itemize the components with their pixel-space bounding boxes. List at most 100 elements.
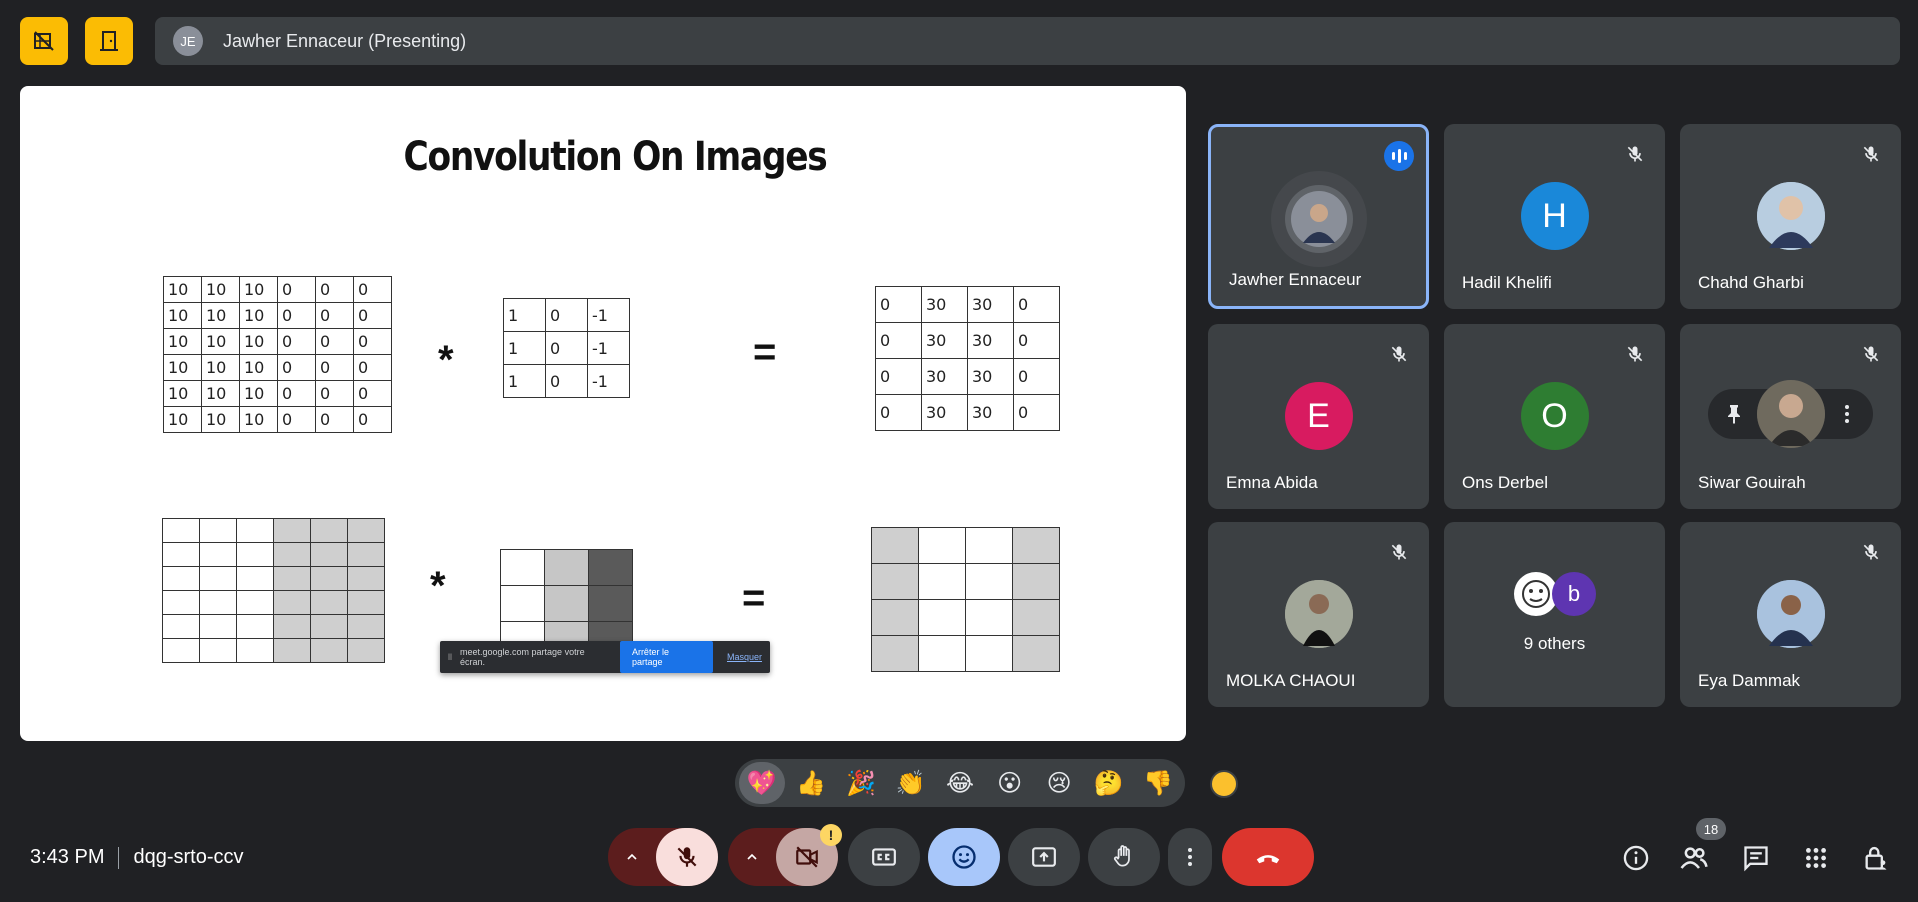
matrix-cell: 10 bbox=[239, 328, 278, 355]
matrix-cell: -1 bbox=[587, 298, 630, 332]
mic-off-icon bbox=[1857, 140, 1885, 168]
skin-tone-picker-button[interactable] bbox=[1210, 770, 1238, 798]
matrix-cell: 0 bbox=[1013, 358, 1060, 395]
avatar bbox=[1284, 185, 1353, 253]
matrix-cell: 10 bbox=[201, 276, 240, 303]
matrix-cell: 10 bbox=[201, 354, 240, 381]
grid-row bbox=[871, 599, 1060, 636]
others-tile[interactable]: b 9 others bbox=[1444, 522, 1665, 707]
matrix-cell: 0 bbox=[875, 286, 922, 323]
hide-self-view-button[interactable] bbox=[20, 17, 68, 65]
grid-cell bbox=[544, 585, 589, 622]
captions-button[interactable] bbox=[848, 828, 920, 886]
grid-cell bbox=[162, 614, 200, 639]
more-options-button[interactable] bbox=[1168, 828, 1212, 886]
presenter-bar[interactable]: JE Jawher Ennaceur (Presenting) bbox=[155, 17, 1900, 65]
participant-tile[interactable]: O Ons Derbel bbox=[1444, 324, 1665, 509]
divider bbox=[118, 846, 120, 869]
grid-cell bbox=[347, 518, 385, 543]
grid-cell bbox=[1012, 563, 1060, 600]
grid-cell bbox=[544, 549, 589, 586]
reaction-thumbs-down[interactable]: 👎 bbox=[1136, 762, 1182, 804]
present-screen-button[interactable] bbox=[1008, 828, 1080, 886]
participant-tile[interactable]: E Emna Abida bbox=[1208, 324, 1429, 509]
participant-tile[interactable]: Chahd Gharbi bbox=[1680, 124, 1901, 309]
grid-cell bbox=[199, 566, 237, 591]
tile-hover-controls bbox=[1708, 380, 1873, 448]
grid-cell bbox=[871, 599, 919, 636]
more-options-icon[interactable] bbox=[1835, 402, 1859, 426]
grid-cell bbox=[273, 518, 311, 543]
audio-options-button[interactable] bbox=[608, 828, 656, 886]
participant-tile[interactable]: Jawher Ennaceur bbox=[1208, 124, 1429, 309]
matrix-cell: 0 bbox=[315, 406, 354, 433]
multiply-operator-2: * bbox=[430, 564, 446, 608]
grid-row bbox=[162, 542, 385, 567]
door-icon bbox=[100, 31, 118, 51]
grid-cell bbox=[965, 635, 1013, 672]
grid-row bbox=[871, 563, 1060, 600]
matrix-cell: 0 bbox=[545, 364, 588, 398]
matrix-cell: 0 bbox=[1013, 322, 1060, 359]
activities-button[interactable] bbox=[1798, 840, 1834, 876]
grid-cell bbox=[1012, 635, 1060, 672]
participant-name: Eya Dammak bbox=[1698, 671, 1801, 690]
meeting-details-button[interactable] bbox=[1618, 840, 1654, 876]
reaction-tears-of-joy[interactable]: 😂 bbox=[937, 762, 983, 804]
chat-button[interactable] bbox=[1738, 840, 1774, 876]
reaction-surprised[interactable]: 😮 bbox=[987, 762, 1033, 804]
people-button[interactable] bbox=[1676, 840, 1712, 876]
pin-icon[interactable] bbox=[1722, 402, 1746, 426]
participant-tile[interactable]: Siwar Gouirah bbox=[1680, 324, 1901, 509]
reaction-thumbs-up[interactable]: 👍 bbox=[789, 762, 835, 804]
matrix-row: 10 10 10 0 0 0 bbox=[163, 302, 392, 329]
matrix-cell: 0 bbox=[315, 354, 354, 381]
matrix-cell: 30 bbox=[967, 394, 1014, 431]
slide-title: Convolution On Images bbox=[403, 134, 828, 180]
matrix-cell: 1 bbox=[503, 331, 546, 365]
reaction-clapping[interactable]: 👏 bbox=[888, 762, 934, 804]
meeting-code: dqg-srto-ccv bbox=[133, 846, 244, 868]
equals-operator-1: = bbox=[753, 330, 777, 374]
doodle-avatar-icon bbox=[1522, 580, 1550, 608]
matrix-cell: 0 bbox=[277, 302, 316, 329]
grid-cell bbox=[965, 599, 1013, 636]
reaction-crying[interactable]: 😢 bbox=[1036, 762, 1082, 804]
matrix-cell: 0 bbox=[545, 331, 588, 365]
participant-tile[interactable]: MOLKA CHAOUI bbox=[1208, 522, 1429, 707]
reaction-party-popper[interactable]: 🎉 bbox=[838, 762, 884, 804]
matrix-cell: 30 bbox=[967, 322, 1014, 359]
grid-cell bbox=[347, 566, 385, 591]
raise-hand-button[interactable] bbox=[1088, 828, 1160, 886]
companion-mode-button[interactable] bbox=[85, 17, 133, 65]
leave-call-button[interactable] bbox=[1222, 828, 1314, 886]
participant-tile[interactable]: H Hadil Khelifi bbox=[1444, 124, 1665, 309]
participant-tile[interactable]: Eya Dammak bbox=[1680, 522, 1901, 707]
grid-cell bbox=[162, 518, 200, 543]
grid-cell bbox=[310, 566, 348, 591]
video-options-button[interactable] bbox=[728, 828, 776, 886]
participant-name: Jawher Ennaceur bbox=[1229, 270, 1362, 289]
matrix-cell: 0 bbox=[875, 358, 922, 395]
matrix-cell: 0 bbox=[353, 276, 392, 303]
matrix-cell: 10 bbox=[163, 406, 202, 433]
reaction-thinking[interactable]: 🤔 bbox=[1086, 762, 1132, 804]
equals-operator-2: = bbox=[742, 576, 766, 620]
camera-warning-badge: ! bbox=[820, 824, 842, 846]
participant-name: Hadil Khelifi bbox=[1462, 273, 1552, 292]
host-controls-button[interactable] bbox=[1858, 840, 1894, 876]
presenter-avatar: JE bbox=[173, 26, 203, 56]
closed-captions-icon bbox=[872, 848, 896, 866]
matrix-row: 0 30 30 0 bbox=[875, 286, 1060, 323]
mic-off-icon bbox=[677, 847, 697, 867]
lock-person-icon bbox=[1865, 846, 1887, 870]
reactions-button[interactable] bbox=[928, 828, 1000, 886]
grid-cell bbox=[347, 638, 385, 663]
stop-sharing-button[interactable]: Arrêter le partage bbox=[619, 641, 713, 673]
mic-toggle-button[interactable] bbox=[656, 828, 718, 886]
mic-off-icon bbox=[1857, 538, 1885, 566]
reaction-sparkling-heart[interactable]: 💖 bbox=[739, 762, 785, 804]
matrix-row: 10 10 10 0 0 0 bbox=[163, 354, 392, 381]
hide-banner-link[interactable]: Masquer bbox=[727, 652, 762, 662]
grid-cell bbox=[310, 614, 348, 639]
